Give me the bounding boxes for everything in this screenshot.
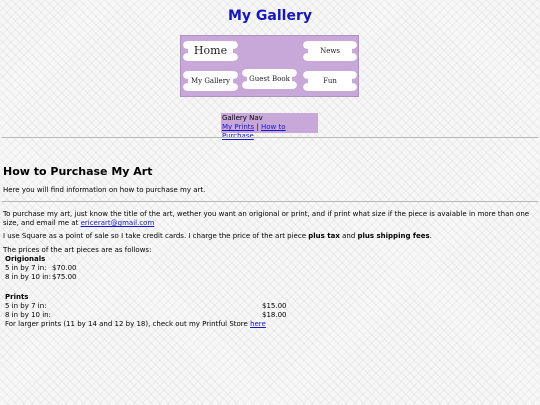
table-row: 5 in by 7 in: $15.00 [5,302,305,311]
payment-paragraph: I use Square as a point of sale so I tak… [3,232,537,241]
gallery-nav: Gallery Nav My Prints | How to Purchase [221,113,318,140]
nav-home-button[interactable]: Home [183,40,238,62]
prints-table: Prints 5 in by 7 in: $15.00 8 in by 10 i… [5,293,305,329]
nav-fun-button[interactable]: Fun [303,70,357,92]
site-title: My Gallery [228,8,312,24]
prints-heading: Prints [5,293,29,301]
my-prints-link[interactable]: My Prints [222,123,254,131]
page-heading: How to Purchase My Art [3,165,153,178]
original-price: $70.00 [52,264,77,272]
email-link[interactable]: ericerart@gmail.com [81,219,155,227]
main-nav: Home News My Gallery Guest Book Fun [180,35,359,97]
plus-tax-text: plus tax [308,232,340,240]
table-row: 5 in by 7 in: $70.00 [5,264,125,273]
table-row: 8 in by 10 in: $18.00 [5,311,305,320]
print-size: 5 in by 7 in: [5,302,47,310]
plus-shipping-text: plus shipping fees [357,232,430,240]
print-price: $15.00 [262,302,287,310]
gallery-nav-separator: | [256,123,259,131]
original-size: 8 in by 10 in: [5,273,51,281]
and-text: and [342,232,356,240]
period-text: . [429,232,432,240]
original-size: 5 in by 7 in: [5,264,47,272]
larger-prints-row: For larger prints (11 by 14 and 12 by 18… [5,320,405,329]
print-price: $18.00 [262,311,287,319]
divider [2,201,538,202]
nav-my-gallery-button[interactable]: My Gallery [183,70,238,92]
square-text: I use Square as a point of sale so I tak… [3,232,307,240]
larger-prints-text: For larger prints (11 by 14 and 12 by 18… [5,320,248,328]
table-row: 8 in by 10 in: $75.00 [5,273,125,282]
print-size: 8 in by 10 in: [5,311,51,319]
purchase-paragraph: To purchase my art, just know the title … [3,210,537,228]
prices-intro: The prices of the art pieces are as foll… [3,246,152,254]
nav-news-button[interactable]: News [303,40,357,62]
originals-heading: Origionals [5,255,46,263]
intro-text: Here you will find information on how to… [3,186,206,194]
original-price: $75.00 [52,273,77,281]
printful-store-link[interactable]: here [250,320,266,328]
gallery-nav-title: Gallery Nav [222,114,263,122]
divider [2,137,538,138]
nav-guest-book-button[interactable]: Guest Book [242,68,297,90]
originals-table: Origionals 5 in by 7 in: $70.00 8 in by … [5,255,125,282]
